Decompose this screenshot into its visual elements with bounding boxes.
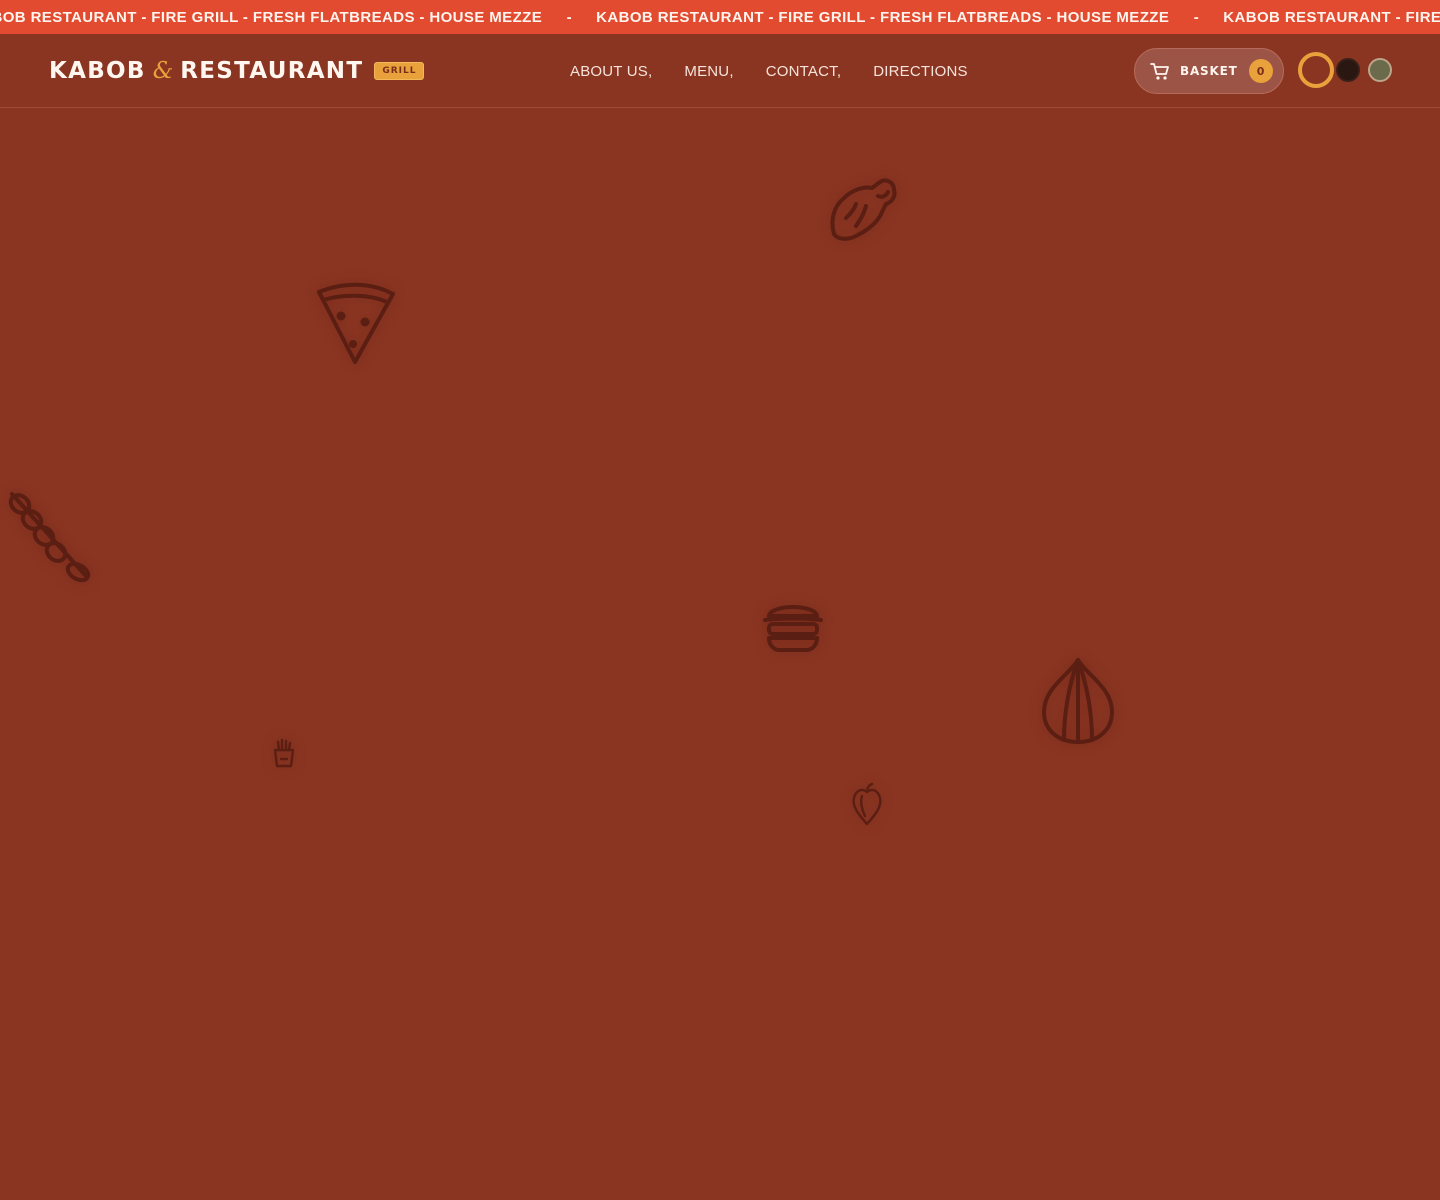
theme-swatch-olive[interactable] bbox=[1368, 58, 1392, 82]
theme-swatch-ember[interactable] bbox=[1298, 52, 1334, 88]
theme-swatch-charcoal[interactable] bbox=[1336, 58, 1360, 82]
basket-label: BASKET bbox=[1180, 64, 1238, 78]
skewer-icon bbox=[6, 490, 96, 586]
ticker-separator: - bbox=[566, 8, 572, 26]
nav-directions[interactable]: DIRECTIONS bbox=[873, 63, 968, 80]
pizza-slice-icon bbox=[315, 282, 397, 368]
theme-switcher bbox=[1298, 52, 1392, 88]
ticker-separator: - bbox=[1193, 8, 1199, 26]
onion-icon bbox=[1038, 654, 1118, 748]
fries-icon bbox=[272, 738, 296, 768]
pepper-icon bbox=[848, 780, 886, 828]
ticker-item: KABOB RESTAURANT - FIRE GRILL - FRESH FL… bbox=[596, 8, 1170, 26]
burger-icon bbox=[763, 598, 823, 654]
nav-contact[interactable]: CONTACT, bbox=[766, 63, 842, 80]
cart-icon bbox=[1149, 60, 1171, 82]
site-logo[interactable]: KABOB & RESTAURANT GRILL bbox=[49, 56, 425, 86]
chicken-leg-icon bbox=[826, 174, 900, 246]
ticker-item: KABOB RESTAURANT - FIRE GRILL - FRESH FL… bbox=[0, 8, 543, 26]
main-nav: ABOUT US, MENU, CONTACT, DIRECTIONS bbox=[570, 60, 968, 82]
marquee-ticker: KABOB RESTAURANT - FIRE GRILL - FRESH FL… bbox=[0, 0, 1440, 34]
nav-menu[interactable]: MENU, bbox=[684, 63, 733, 80]
basket-button[interactable]: BASKET 0 bbox=[1134, 48, 1284, 94]
basket-count-badge: 0 bbox=[1248, 59, 1273, 83]
site-header: KABOB & RESTAURANT GRILL ABOUT US, MENU,… bbox=[0, 34, 1440, 108]
ticker-track: KABOB RESTAURANT - FIRE GRILL - FRESH FL… bbox=[0, 0, 1440, 34]
logo-badge: GRILL bbox=[374, 62, 425, 80]
logo-word-restaurant: RESTAURANT bbox=[180, 58, 364, 84]
logo-ampersand: & bbox=[152, 58, 174, 84]
nav-about-us[interactable]: ABOUT US, bbox=[570, 63, 652, 80]
ticker-item: KABOB RESTAURANT - FIRE GRILL - FRESH FL… bbox=[1223, 8, 1440, 26]
logo-word-kabob: KABOB bbox=[49, 58, 146, 84]
